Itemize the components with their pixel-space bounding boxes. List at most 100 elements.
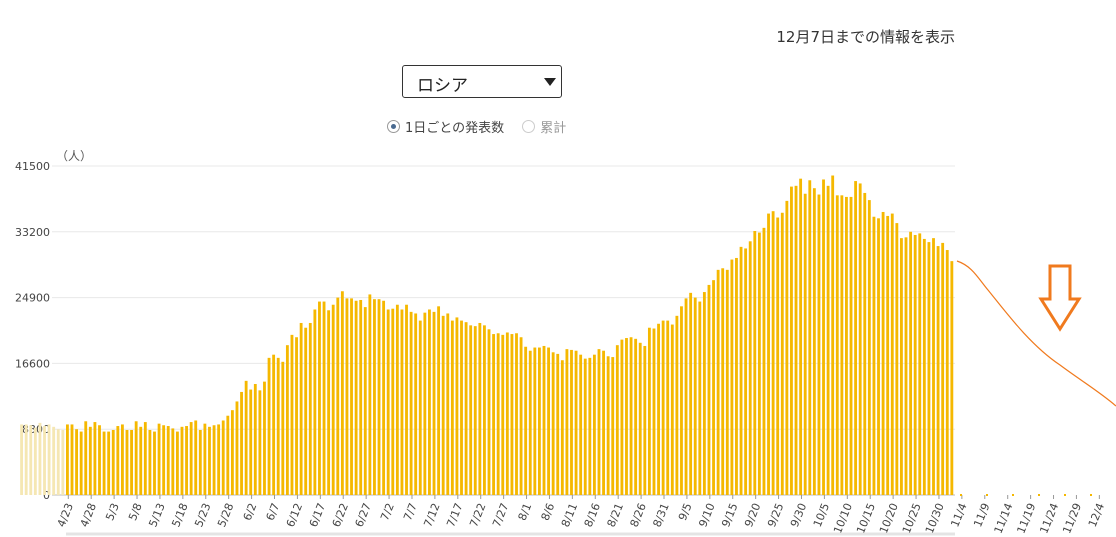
bar [171, 428, 175, 495]
bar [464, 322, 468, 495]
bar [812, 188, 816, 495]
bar [588, 357, 592, 495]
bar [803, 193, 807, 495]
bar [336, 297, 340, 495]
bar [93, 422, 97, 495]
bar [661, 320, 665, 495]
bar [276, 357, 280, 495]
bar [363, 307, 367, 495]
faded-bar [52, 426, 56, 495]
bar [515, 333, 518, 495]
bar [780, 212, 784, 495]
faded-bar [61, 429, 65, 495]
bar [909, 231, 913, 496]
x-tick-label: 10/15 [854, 501, 878, 535]
bar [877, 218, 880, 495]
x-tick-label: 11/24 [1037, 501, 1061, 535]
bar [418, 320, 422, 495]
x-tick-label: 9/5 [676, 501, 695, 522]
bar [652, 328, 656, 495]
x-tick-label: 5/13 [146, 501, 167, 529]
y-tick-label: 33200 [15, 226, 50, 239]
down-arrow-icon [1038, 264, 1082, 332]
bar [198, 429, 202, 495]
bar [505, 332, 509, 495]
bar [450, 320, 454, 495]
bar [542, 345, 546, 495]
bar [258, 390, 262, 495]
bar [240, 391, 243, 495]
bar [304, 327, 308, 495]
bar [446, 313, 450, 495]
x-tick-label: 5/3 [103, 501, 122, 522]
bar [744, 248, 748, 495]
faded-bar [33, 427, 37, 495]
y-tick-label: 41500 [15, 160, 50, 173]
bar [295, 337, 298, 495]
bar [322, 301, 326, 495]
bar [629, 337, 633, 495]
x-tick-label: 6/27 [353, 501, 374, 529]
bar [212, 425, 216, 495]
bar [822, 179, 825, 496]
x-tick-label: 10/25 [900, 501, 924, 535]
bar [643, 345, 647, 495]
bar [350, 298, 353, 495]
bar [767, 213, 770, 495]
bar [551, 352, 555, 495]
y-tick-label: 16600 [15, 357, 50, 370]
bar [217, 424, 221, 495]
bar [290, 334, 294, 495]
bar [849, 196, 853, 496]
bar [162, 425, 166, 495]
bar [153, 431, 156, 495]
bar [460, 320, 463, 495]
bar [900, 238, 903, 495]
faded-bar [43, 426, 46, 495]
bar [863, 192, 867, 495]
bar [922, 238, 926, 495]
bar [831, 175, 835, 495]
y-tick-label: 24900 [15, 292, 50, 305]
bar [927, 242, 931, 495]
x-tick-label: 4/28 [78, 501, 99, 529]
x-tick-label: 11/14 [992, 501, 1016, 535]
x-tick-label: 7/7 [401, 501, 420, 522]
bar [693, 297, 697, 495]
x-tick-label: 7/12 [421, 501, 442, 529]
faded-bar [29, 425, 33, 495]
bar [120, 424, 124, 495]
bar [592, 354, 596, 495]
bar [556, 353, 560, 495]
bar [945, 250, 949, 495]
bar [570, 349, 573, 495]
bar [680, 306, 683, 495]
bar [483, 325, 486, 495]
bar [675, 315, 679, 495]
bar [244, 380, 248, 495]
bar [753, 231, 757, 495]
data-bars [66, 175, 954, 496]
bar [203, 423, 207, 495]
bar [858, 183, 862, 495]
bar [285, 345, 289, 495]
bar [382, 300, 386, 495]
bar [519, 337, 523, 495]
bar [932, 238, 935, 495]
bar [730, 259, 734, 495]
bar [107, 431, 111, 495]
bar [180, 426, 184, 495]
bar [560, 360, 564, 495]
bar [739, 246, 743, 495]
bar [918, 233, 922, 495]
bar [492, 334, 496, 495]
x-tick-label: 7/17 [444, 501, 465, 529]
bar [872, 216, 876, 496]
x-tick-label: 12/4 [1086, 501, 1107, 529]
x-tick-label: 11/9 [971, 501, 992, 529]
bar [70, 424, 74, 495]
bar [854, 181, 858, 495]
bar [647, 327, 651, 495]
daily-cases-chart: （人） 0830016600249003320041500 4/234/285/… [15, 149, 1116, 536]
bar [395, 304, 399, 495]
